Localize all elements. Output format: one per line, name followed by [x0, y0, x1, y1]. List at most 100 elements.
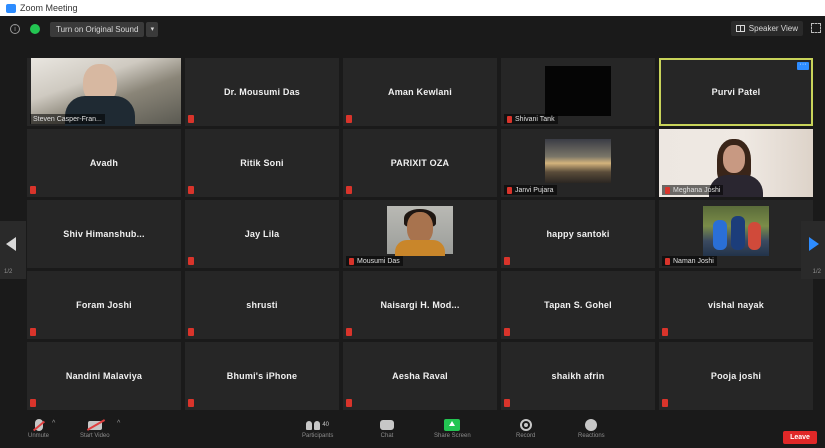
next-page-button[interactable]: 1/2 — [801, 221, 825, 279]
view-grid-icon — [735, 25, 745, 32]
participant-name: Naisargi H. Mod... — [380, 300, 460, 310]
muted-mic-icon — [504, 257, 510, 265]
speaker-view-label: Speaker View — [748, 24, 798, 33]
participant-tile-parixit-oza[interactable]: PARIXIT OZA — [343, 129, 497, 197]
participant-name: Tapan S. Gohel — [544, 300, 612, 310]
participant-tile-ritik-soni[interactable]: Ritik Soni — [185, 129, 339, 197]
original-sound-button[interactable]: Turn on Original Sound — [50, 21, 145, 37]
meeting-top-bar: i Turn on Original Sound ▾ Speaker View — [0, 16, 825, 42]
muted-mic-icon — [188, 328, 194, 336]
participant-tile-mousumi-das[interactable]: Mousumi Das — [343, 200, 497, 268]
participant-tile-shiv-himanshub[interactable]: Shiv Himanshub... — [27, 200, 181, 268]
muted-mic-icon — [30, 186, 36, 194]
muted-mic-icon — [188, 186, 194, 194]
more-options-icon[interactable]: ··· — [797, 61, 809, 70]
fullscreen-icon[interactable] — [811, 23, 821, 33]
participant-name: Dr. Mousumi Das — [223, 87, 300, 97]
participant-name: Nandini Malaviya — [65, 371, 143, 381]
muted-mic-icon — [346, 186, 352, 194]
participant-name: Purvi Patel — [711, 87, 761, 97]
participant-name: Bhumi's iPhone — [226, 371, 298, 381]
mic-muted-icon — [34, 419, 43, 431]
page-indicator-right: 1/2 — [812, 269, 821, 275]
leave-button[interactable]: Leave — [783, 431, 817, 444]
record-label: Record — [516, 433, 536, 439]
participant-tile-aman-kewlani[interactable]: Aman Kewlani — [343, 58, 497, 126]
participant-name: Shiv Himanshub... — [63, 229, 145, 239]
participant-label: Janvi Pujara — [515, 186, 554, 194]
chat-bubble-icon — [380, 420, 394, 430]
muted-mic-icon — [665, 257, 670, 265]
unmute-button[interactable]: Unmute — [28, 418, 49, 439]
participant-name-tag: Naman Joshi — [662, 256, 717, 266]
participant-tile-meghana-joshi[interactable]: Meghana Joshi — [659, 129, 813, 197]
participant-tile-tapan-gohel[interactable]: Tapan S. Gohel — [501, 271, 655, 339]
muted-mic-icon — [662, 399, 668, 407]
participant-tile-jay-lila[interactable]: Jay Lila — [185, 200, 339, 268]
reactions-label: Reactions — [578, 433, 605, 439]
audio-options-chevron-icon[interactable]: ^ — [52, 420, 55, 427]
muted-mic-icon — [662, 328, 668, 336]
participants-button[interactable]: 40 Participants — [302, 418, 333, 439]
participant-tile-dr-mousumi-das[interactable]: Dr. Mousumi Das — [185, 58, 339, 126]
participant-tile-aesha-raval[interactable]: Aesha Raval — [343, 342, 497, 410]
share-screen-label: Share Screen — [434, 433, 471, 439]
participant-tile-naisargi-mod[interactable]: Naisargi H. Mod... — [343, 271, 497, 339]
participant-name: PARIXIT OZA — [390, 158, 450, 168]
participant-label: Meghana Joshi — [673, 186, 721, 194]
participant-tile-shaikh-afrin[interactable]: shaikh afrin — [501, 342, 655, 410]
share-screen-icon — [444, 419, 461, 431]
participant-name-tag: Meghana Joshi — [662, 185, 724, 195]
participant-name-tag: Mousumi Das — [346, 256, 403, 266]
speaker-view-button[interactable]: Speaker View — [730, 21, 803, 36]
participant-name: Foram Joshi — [76, 300, 132, 310]
meeting-window: i Turn on Original Sound ▾ Speaker View … — [0, 16, 825, 448]
record-button[interactable]: Record — [516, 418, 535, 439]
muted-mic-icon — [188, 257, 194, 265]
muted-mic-icon — [507, 186, 512, 194]
participant-tile-avadh[interactable]: Avadh — [27, 129, 181, 197]
start-video-label: Start Video — [80, 433, 110, 439]
info-icon[interactable]: i — [10, 24, 20, 34]
chat-label: Chat — [380, 433, 394, 439]
participant-tile-pooja-joshi[interactable]: Pooja joshi — [659, 342, 813, 410]
participant-label: Shivani Tank — [515, 115, 555, 123]
participant-name: Aesha Raval — [392, 371, 448, 381]
participant-tile-nandini-malaviya[interactable]: Nandini Malaviya — [27, 342, 181, 410]
participant-tile-naman-joshi[interactable]: Naman Joshi — [659, 200, 813, 268]
muted-mic-icon — [507, 115, 512, 123]
participant-tile-steven-casper[interactable]: Steven Casper-Fran... — [27, 58, 181, 126]
participant-tile-happy-santoki[interactable]: happy santoki — [501, 200, 655, 268]
previous-page-button[interactable]: 1/2 — [0, 221, 26, 279]
participant-name-tag: Janvi Pujara — [504, 185, 557, 195]
muted-mic-icon — [188, 399, 194, 407]
participant-name: happy santoki — [546, 229, 610, 239]
participant-name: Pooja joshi — [710, 371, 762, 381]
record-icon — [519, 419, 532, 431]
start-video-button[interactable]: Start Video — [80, 418, 110, 439]
page-indicator-left: 1/2 — [4, 269, 13, 275]
participant-tile-shivani-tank[interactable]: Shivani Tank — [501, 58, 655, 126]
participant-tile-foram-joshi[interactable]: Foram Joshi — [27, 271, 181, 339]
participants-icon — [306, 420, 321, 430]
participant-name: Ritik Soni — [240, 158, 284, 168]
participant-name: Aman Kewlani — [388, 87, 452, 97]
muted-mic-icon — [504, 399, 510, 407]
title-bar: Zoom Meeting — [0, 0, 825, 16]
participant-tile-shrusti[interactable]: shrusti — [185, 271, 339, 339]
participant-tile-janvi-pujara[interactable]: Janvi Pujara — [501, 129, 655, 197]
chat-button[interactable]: Chat — [380, 418, 394, 439]
muted-mic-icon — [346, 328, 352, 336]
participant-tile-vishal-nayak[interactable]: vishal nayak — [659, 271, 813, 339]
reaction-emoji-icon — [585, 419, 598, 431]
window-title: Zoom Meeting — [20, 3, 78, 13]
participant-tile-purvi-patel[interactable]: Purvi Patel ··· — [659, 58, 813, 126]
reactions-button[interactable]: Reactions — [578, 418, 605, 439]
video-options-chevron-icon[interactable]: ^ — [117, 420, 120, 427]
participant-tile-bhumis-iphone[interactable]: Bhumi's iPhone — [185, 342, 339, 410]
share-screen-button[interactable]: Share Screen — [434, 418, 471, 439]
muted-mic-icon — [188, 115, 194, 123]
participant-name: Avadh — [89, 158, 119, 168]
encryption-shield-icon[interactable] — [30, 24, 40, 34]
chevron-down-icon[interactable]: ▾ — [146, 21, 159, 37]
